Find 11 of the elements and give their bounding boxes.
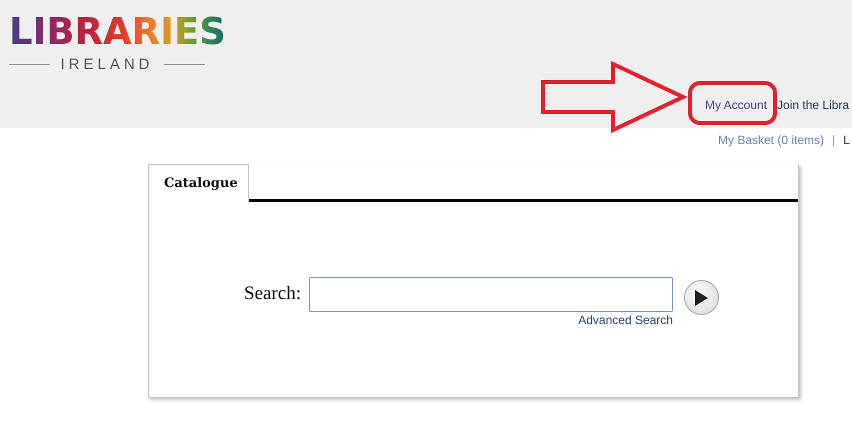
header-link[interactable]: My Account (705, 98, 768, 112)
logo-subtitle: IRELAND (60, 56, 154, 73)
search-field[interactable] (308, 277, 673, 312)
header-link[interactable]: Join the Libra (777, 98, 850, 112)
separator: | (832, 133, 836, 147)
search-button[interactable] (684, 280, 719, 315)
advanced-search-link[interactable]: Advanced Search (578, 313, 673, 327)
play-icon (693, 288, 710, 306)
search-label: Search: (244, 283, 301, 305)
account-link[interactable]: L (843, 133, 850, 147)
tab[interactable]: Catalogue (148, 164, 249, 202)
